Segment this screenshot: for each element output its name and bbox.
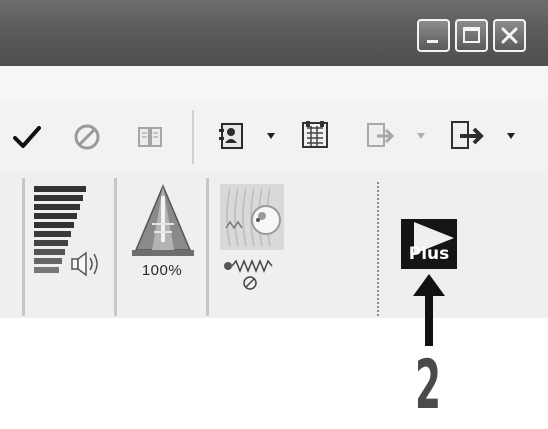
toolbar-separator [192, 110, 194, 164]
contacts-icon[interactable] [216, 120, 250, 152]
export-icon[interactable] [448, 118, 486, 154]
book-icon[interactable] [136, 124, 164, 150]
close-icon [501, 27, 518, 44]
panel-divider [114, 178, 117, 316]
cancel-icon[interactable] [72, 122, 102, 152]
callout-arrow-icon [413, 274, 445, 346]
plus-button[interactable]: Plus [400, 218, 458, 270]
spring-slider-icon [224, 258, 273, 274]
export-dropdown-icon[interactable] [506, 132, 516, 140]
panel-divider [206, 178, 209, 316]
speed-percent-label: 100% [141, 262, 183, 279]
maximize-icon [463, 27, 480, 43]
callout-number: 2 [414, 346, 442, 425]
transfer-icon[interactable] [364, 120, 396, 152]
contacts-dropdown-icon[interactable] [266, 132, 276, 140]
panel-dotted-divider [377, 182, 379, 316]
minimize-button[interactable] [417, 19, 450, 52]
speed-control[interactable] [130, 182, 196, 258]
close-button[interactable] [493, 19, 526, 52]
speaker-icon [71, 251, 98, 277]
transfer-dropdown-icon[interactable] [416, 132, 426, 140]
noise-cancel-icon [220, 184, 284, 250]
panel-divider [22, 178, 25, 316]
calendar-icon[interactable] [298, 118, 332, 152]
plus-label: Plus [408, 244, 450, 264]
metronome-icon [132, 184, 194, 256]
volume-control[interactable] [30, 182, 114, 282]
menu-bar [0, 66, 548, 103]
noise-cancel-control[interactable] [216, 180, 300, 294]
prohibited-icon [243, 276, 257, 290]
minimize-icon [427, 40, 438, 43]
check-icon[interactable] [12, 124, 42, 150]
maximize-button[interactable] [455, 19, 488, 52]
